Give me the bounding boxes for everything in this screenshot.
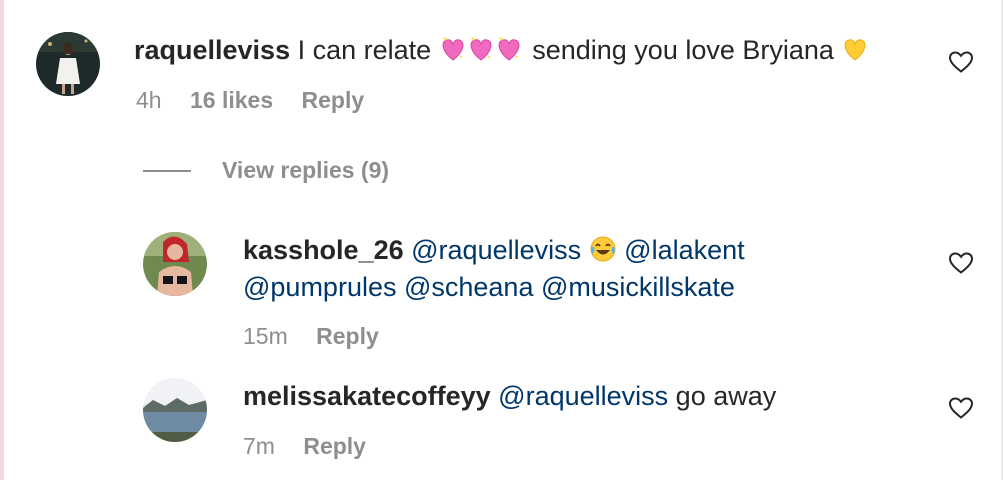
avatar[interactable]: [36, 32, 100, 96]
face-with-tears-of-joy-icon: [589, 235, 617, 272]
comment-username[interactable]: raquelleviss: [134, 35, 290, 65]
view-replies-divider: [143, 170, 191, 172]
comment-time: 4h: [136, 87, 162, 113]
comment-likes[interactable]: 16 likes: [190, 87, 273, 113]
reply-button[interactable]: Reply: [302, 87, 365, 113]
comment-text: sending you love Bryiana: [532, 35, 834, 65]
mention-link[interactable]: @raquelleviss: [498, 381, 668, 411]
mention-link[interactable]: @lalakent: [624, 235, 744, 265]
avatar[interactable]: [143, 378, 207, 442]
comment-time: 15m: [243, 323, 288, 349]
comment-username[interactable]: melissakatecoffeyy: [243, 381, 491, 411]
mention-links[interactable]: @pumprules @scheana @musickillskate: [243, 272, 735, 302]
avatar[interactable]: [143, 232, 207, 296]
yellow-heart-icon: [841, 35, 869, 72]
reply-button[interactable]: Reply: [303, 433, 366, 459]
sparkling-heart-icon: [439, 35, 525, 72]
heart-outline-icon[interactable]: [948, 50, 974, 74]
comment-text: go away: [675, 381, 777, 411]
heart-outline-icon[interactable]: [948, 251, 974, 275]
reply-button[interactable]: Reply: [316, 323, 379, 349]
comment-text: I can relate: [297, 35, 432, 65]
window-edge: [0, 0, 4, 480]
view-replies-button[interactable]: View replies (9): [222, 155, 389, 185]
mention-link[interactable]: @raquelleviss: [411, 235, 581, 265]
heart-outline-icon[interactable]: [948, 396, 974, 420]
comment-username[interactable]: kasshole_26: [243, 235, 404, 265]
comment-time: 7m: [243, 433, 275, 459]
